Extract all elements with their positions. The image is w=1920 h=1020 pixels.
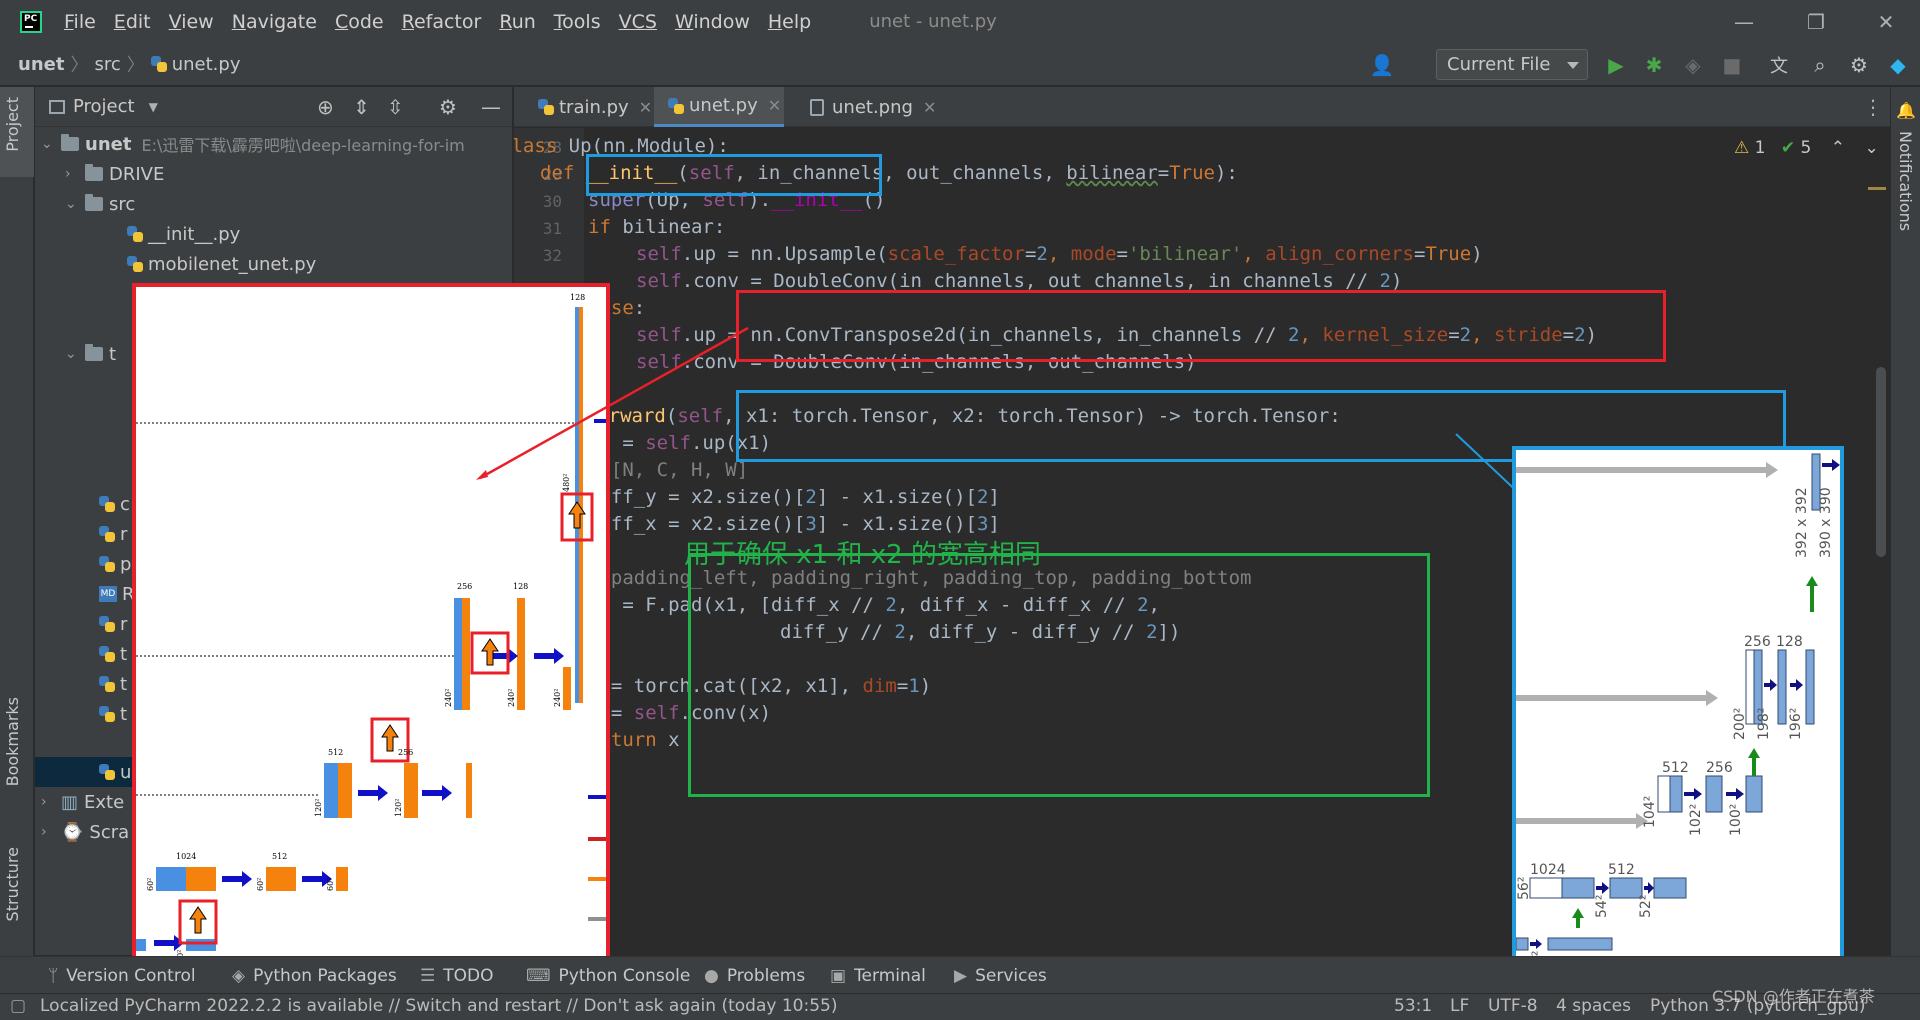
python-console-tool[interactable]: ⌨ Python Console <box>526 966 690 986</box>
size-label: 198² <box>1756 708 1772 740</box>
unet-original-diagram: 392 x 392 390 x 390 256 128 200² 198² 19… <box>1512 446 1844 978</box>
services-icon: ▶ <box>954 966 968 986</box>
channel-label: 1024 <box>1530 862 1566 878</box>
todo-tool[interactable]: ☰ TODO <box>420 966 494 986</box>
conv-arrow-icon <box>1644 882 1654 894</box>
feature-map-bar <box>1657 775 1671 813</box>
csdn-watermark: CSDN @作者正在煮茶 <box>1712 987 1875 1006</box>
channel-label: 256 <box>1706 760 1733 776</box>
size-label: 52² <box>1638 895 1654 918</box>
feature-map-bar <box>1705 775 1723 813</box>
branch-icon: ᛘ <box>48 966 59 986</box>
channel-label: 512 <box>1662 760 1689 776</box>
skip-arrows <box>1516 462 1778 829</box>
channel-label: 256 <box>1744 634 1771 650</box>
services-tool[interactable]: ▶ Services <box>954 966 1047 986</box>
conv-arrow-icon <box>1764 679 1777 691</box>
conv-arrow-icon <box>1790 679 1803 691</box>
size-label: 390 x 390 <box>1818 487 1834 558</box>
problems-tool[interactable]: ● Problems <box>704 966 805 986</box>
feature-map-bar <box>1547 937 1613 951</box>
skip-arrow-bar <box>1516 467 1766 473</box>
size-label: 104² <box>1642 796 1658 828</box>
conv-arrow-icon <box>1726 788 1744 800</box>
size-label: 102² <box>1688 804 1704 836</box>
status-toggle-icon[interactable]: ▢ <box>10 996 26 1016</box>
red-pointer-line <box>479 326 749 480</box>
skip-arrowhead-icon <box>1706 690 1718 706</box>
bottom-tool-bar: ᛘ Version Control ◈ Python Packages ☰ TODO … <box>0 956 1920 996</box>
tool-label: Terminal <box>854 966 926 986</box>
status-bar: ▢ Localized PyCharm 2022.2.2 is availabl… <box>0 993 1920 1020</box>
caret-position[interactable]: 53:1 <box>1394 996 1432 1016</box>
python-packages-tool[interactable]: ◈ Python Packages <box>232 966 397 986</box>
indent-setting[interactable]: 4 spaces <box>1556 996 1631 1016</box>
unet-original-diagram-svg: 392 x 392 390 x 390 256 128 200² 198² 19… <box>1516 453 1840 974</box>
up-arrow-icon <box>1572 908 1584 928</box>
conv-arrow-icon <box>1822 459 1840 471</box>
diagram-labels: 392 x 392 390 x 390 256 128 200² 198² 19… <box>1516 487 1834 974</box>
skip-arrow-bar <box>1516 695 1706 701</box>
skip-arrowhead-icon <box>1766 462 1778 478</box>
size-label: 100² <box>1728 804 1744 836</box>
size-label: 200² <box>1732 708 1748 740</box>
size-label: 56² <box>1516 877 1532 900</box>
skip-arrow-bar <box>1516 818 1636 824</box>
terminal-icon: ▣ <box>830 966 847 986</box>
tool-label: Services <box>975 966 1047 986</box>
conv-arrow-icon <box>1530 939 1542 949</box>
tool-label: TODO <box>443 966 494 986</box>
feature-map-bar <box>1805 649 1815 725</box>
terminal-tool[interactable]: ▣ Terminal <box>830 966 926 986</box>
tool-label: Python Packages <box>253 966 397 986</box>
file-encoding[interactable]: UTF-8 <box>1488 996 1538 1016</box>
status-message[interactable]: Localized PyCharm 2022.2.2 is available … <box>40 996 837 1016</box>
line-separator[interactable]: LF <box>1450 996 1469 1016</box>
feature-map-bar <box>1653 877 1687 899</box>
console-icon: ⌨ <box>526 966 551 986</box>
feature-map-bar <box>1745 775 1763 813</box>
up-arrow-icon <box>1806 576 1818 612</box>
up-arrow-icon <box>1748 748 1760 776</box>
tool-label: Python Console <box>558 966 691 986</box>
channel-label: 128 <box>1776 634 1803 650</box>
red-arrowhead-icon <box>476 470 488 480</box>
size-label: 392 x 392 <box>1794 487 1810 558</box>
list-icon: ☰ <box>420 966 436 986</box>
version-control-tool[interactable]: ᛘ Version Control <box>48 966 196 986</box>
tool-label: Version Control <box>66 966 196 986</box>
size-label: 54² <box>1594 895 1610 918</box>
feature-map-bar <box>1516 937 1529 951</box>
feature-map-bar <box>1669 775 1683 813</box>
tool-label: Problems <box>726 966 806 986</box>
conv-arrow-icon <box>1596 882 1609 894</box>
feature-map-bar <box>1529 877 1563 899</box>
feature-map-bar <box>1561 877 1595 899</box>
size-label: 196² <box>1788 708 1804 740</box>
channel-label: 512 <box>1608 862 1635 878</box>
packages-icon: ◈ <box>232 966 246 986</box>
info-icon: ● <box>704 966 719 986</box>
feature-map-bar <box>1777 649 1787 725</box>
conv-arrow-icon <box>1684 788 1702 800</box>
